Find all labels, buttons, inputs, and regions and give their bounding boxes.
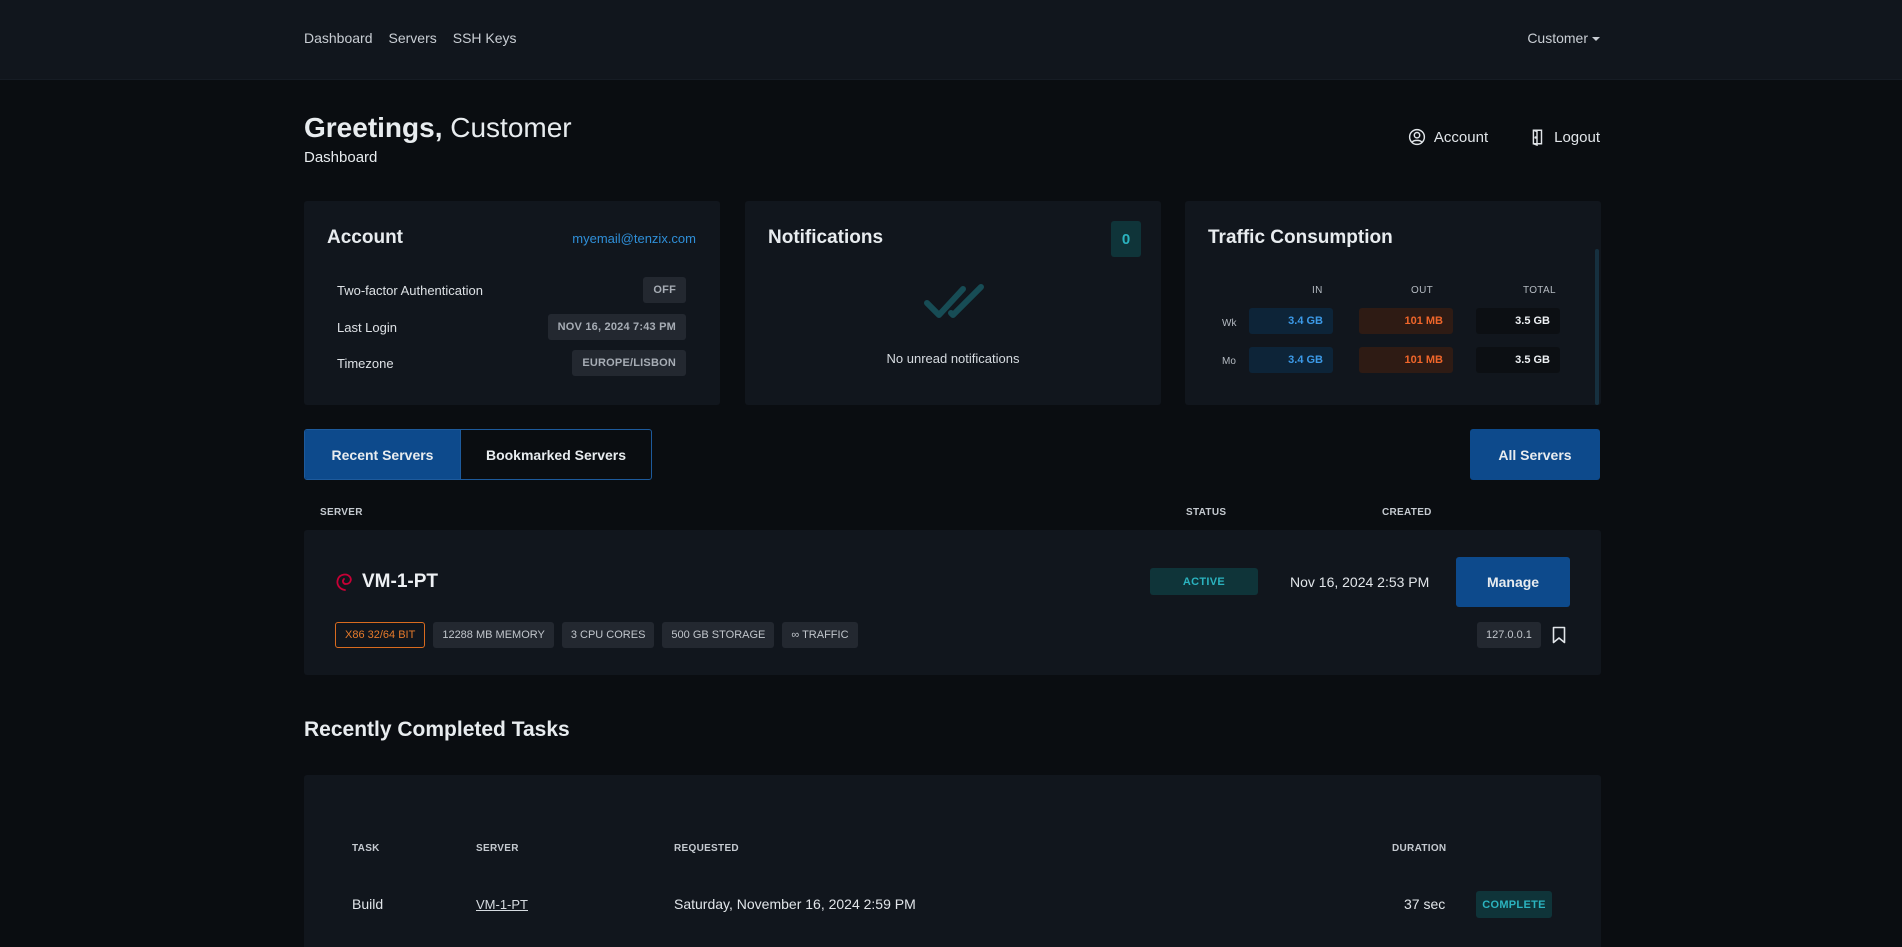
account-row-2fa: Two-factor Authentication OFF [337,277,686,303]
traffic-col-out: OUT [1411,285,1434,296]
notifications-count-badge[interactable]: 0 [1111,221,1141,257]
server-col-header: SERVER [320,507,363,518]
server-ip-badge: 127.0.0.1 [1477,622,1541,648]
notifications-card: Notifications 0 No unread notifications [745,201,1161,405]
account-card: Account myemail@tenzix.com Two-factor Au… [304,201,720,405]
caret-down-icon [1592,37,1600,42]
created-col-header: CREATED [1382,507,1432,518]
traffic-month-out: 101 MB [1359,347,1453,373]
traffic-week-in: 3.4 GB [1249,308,1333,334]
traffic-card-title: Traffic Consumption [1208,227,1393,248]
tab-bookmarked-servers[interactable]: Bookmarked Servers [460,430,651,479]
greeting-name: Customer [450,112,572,143]
account-row-value: OFF [643,277,686,303]
task-name: Build [352,896,384,912]
task-duration: 37 sec [1404,896,1446,912]
all-servers-button[interactable]: All Servers [1470,429,1600,480]
status-col-header: STATUS [1186,507,1227,518]
account-card-title: Account [327,227,403,248]
account-row-label: Two-factor Authentication [337,282,483,298]
traffic-week-total: 3.5 GB [1476,308,1560,334]
logout-link[interactable]: Logout [1528,128,1600,146]
traffic-row-label-week: Wk [1222,318,1237,329]
page-subtitle: Dashboard [304,149,378,166]
spec-cpu-badge: 3 CPU CORES [561,622,655,648]
logout-link-label: Logout [1554,128,1600,146]
account-link-label: Account [1433,128,1489,146]
user-menu-dropdown[interactable]: Customer [1527,30,1600,46]
server-name[interactable]: VM-1-PT [362,571,438,593]
notifications-card-title: Notifications [768,227,884,248]
status-badge: ACTIVE [1150,568,1258,595]
task-col-header: TASK [352,843,380,854]
traffic-row-label-month: Mo [1222,356,1236,367]
account-row-last-login: Last Login NOV 16, 2024 7:43 PM [337,314,686,340]
traffic-card: Traffic Consumption IN OUT TOTAL Wk 3.4 … [1185,201,1601,405]
account-row-value: NOV 16, 2024 7:43 PM [547,314,686,340]
nav-servers[interactable]: Servers [389,30,437,46]
nav-dashboard[interactable]: Dashboard [304,30,373,46]
traffic-month-total: 3.5 GB [1476,347,1560,373]
task-status-badge: COMPLETE [1476,891,1552,918]
spec-traffic-badge: ∞ TRAFFIC [782,622,858,648]
server-tabs: Recent Servers Bookmarked Servers [304,429,652,480]
debian-swirl-icon [336,573,352,591]
traffic-col-total: TOTAL [1523,285,1556,296]
spec-memory-badge: 12288 MB MEMORY [433,622,554,648]
spec-storage-badge: 500 GB STORAGE [662,622,775,648]
server-created-date: Nov 16, 2024 2:53 PM [1290,574,1430,590]
traffic-month-in: 3.4 GB [1249,347,1333,373]
task-requested-date: Saturday, November 16, 2024 2:59 PM [674,896,916,912]
server-row: VM-1-PT ACTIVE Nov 16, 2024 2:53 PM Mana… [304,530,1601,675]
manage-button[interactable]: Manage [1456,557,1570,607]
double-check-icon [924,284,984,318]
account-link[interactable]: Account [1408,128,1488,146]
account-row-timezone: Timezone EUROPE/LISBON [337,350,686,376]
top-navbar: Dashboard Servers SSH Keys Customer [0,0,1902,80]
main-nav: Dashboard Servers SSH Keys [304,30,517,46]
header-actions: Account Logout [1408,128,1600,146]
requested-col-header: REQUESTED [674,843,739,854]
traffic-scrollbar[interactable] [1595,249,1599,405]
account-row-label: Timezone [337,355,394,371]
logout-door-icon [1532,129,1543,146]
account-row-value: EUROPE/LISBON [572,350,686,376]
user-menu-label: Customer [1527,30,1588,46]
task-server-link[interactable]: VM-1-PT [476,897,528,912]
tasks-section-title: Recently Completed Tasks [304,718,570,741]
bookmark-icon[interactable] [1552,626,1566,644]
account-email-link[interactable]: myemail@tenzix.com [572,231,696,246]
server-specs: X86 32/64 BIT 12288 MB MEMORY 3 CPU CORE… [335,622,858,648]
tab-recent-servers[interactable]: Recent Servers [305,430,460,479]
traffic-week-out: 101 MB [1359,308,1453,334]
nav-ssh-keys[interactable]: SSH Keys [453,30,517,46]
tasks-table: TASK SERVER REQUESTED DURATION Build VM-… [304,775,1601,947]
notifications-empty-text: No unread notifications [886,351,1020,366]
spec-arch-badge: X86 32/64 BIT [335,622,426,648]
traffic-col-in: IN [1312,285,1323,296]
greeting-text: Greetings, [304,112,443,143]
user-circle-icon [1408,128,1426,146]
task-server-col-header: SERVER [476,843,519,854]
duration-col-header: DURATION [1392,843,1447,854]
account-row-label: Last Login [337,319,397,335]
page-title: Greetings, Customer [304,112,572,144]
